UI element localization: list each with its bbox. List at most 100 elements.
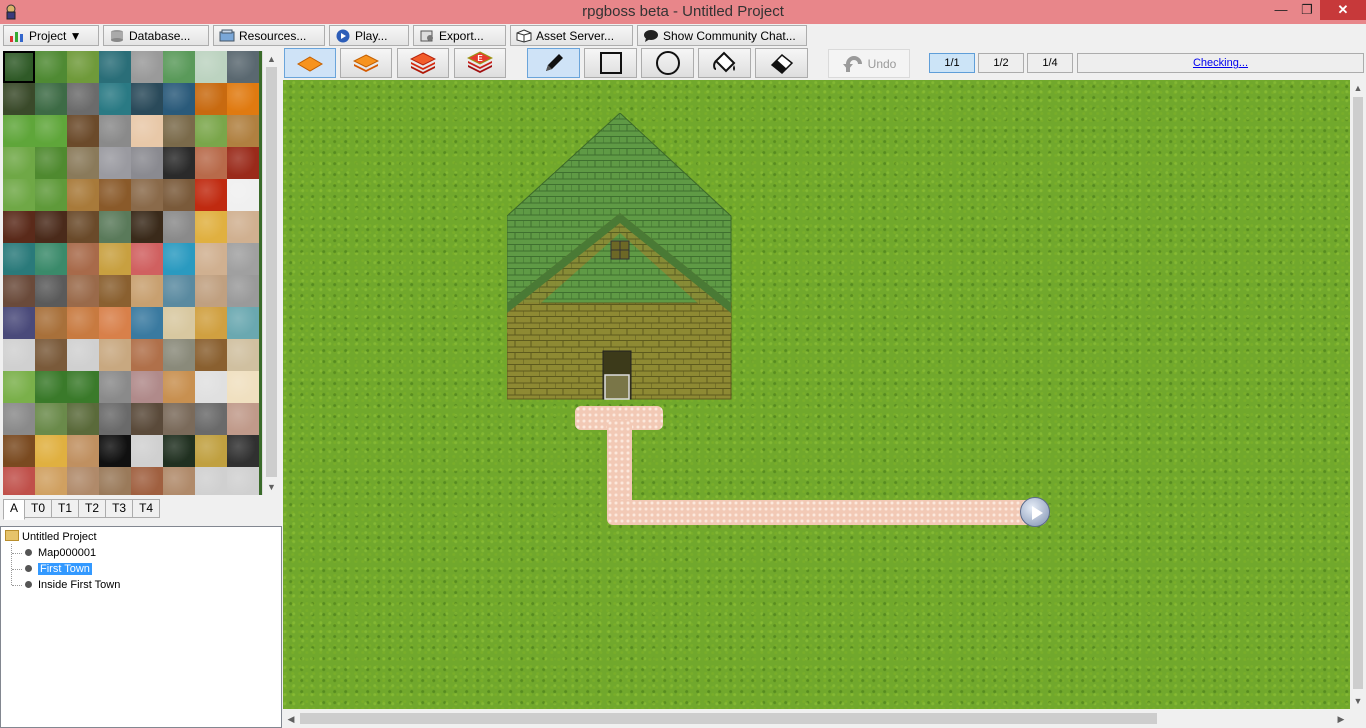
tile-swatch[interactable] [227, 51, 259, 83]
tile-swatch[interactable] [99, 115, 131, 147]
tile-swatch[interactable] [227, 371, 259, 403]
tile-swatch[interactable] [3, 435, 35, 467]
community-chat-button[interactable]: Show Community Chat... [637, 25, 807, 46]
event-layer-button[interactable]: E [454, 48, 506, 78]
tile-swatch[interactable] [99, 51, 131, 83]
tile-swatch[interactable] [3, 211, 35, 243]
tile-swatch[interactable] [35, 243, 67, 275]
tile-swatch[interactable] [99, 147, 131, 179]
scroll-left-icon[interactable]: ◀ [283, 711, 299, 727]
teleport-event-marker[interactable] [1020, 497, 1050, 527]
pencil-tool-button[interactable] [527, 48, 580, 78]
tile-swatch[interactable] [35, 403, 67, 435]
tile-swatch[interactable] [3, 115, 35, 147]
tile-swatch[interactable] [3, 467, 35, 495]
tile-swatch[interactable] [99, 339, 131, 371]
tile-swatch[interactable] [195, 115, 227, 147]
tab-t0[interactable]: T0 [24, 499, 53, 518]
tile-swatch[interactable] [131, 307, 163, 339]
tileset-scroll-thumb[interactable] [266, 67, 277, 477]
tile-swatch[interactable] [67, 115, 99, 147]
tile-swatch[interactable] [163, 307, 195, 339]
tile-swatch[interactable] [67, 179, 99, 211]
tile-swatch[interactable] [35, 307, 67, 339]
tile-swatch[interactable] [163, 179, 195, 211]
close-button[interactable]: ✕ [1320, 0, 1366, 20]
scroll-down-icon[interactable]: ▼ [1350, 693, 1366, 709]
scroll-up-icon[interactable]: ▲ [263, 51, 280, 67]
scroll-up-icon[interactable]: ▲ [1350, 80, 1366, 96]
tile-swatch[interactable] [163, 51, 195, 83]
tile-swatch[interactable] [67, 339, 99, 371]
zoom-1-2-button[interactable]: 1/2 [978, 53, 1024, 73]
tile-swatch[interactable] [195, 403, 227, 435]
fill-tool-button[interactable] [698, 48, 751, 78]
tile-swatch[interactable] [131, 115, 163, 147]
tile-swatch[interactable] [3, 403, 35, 435]
tile-swatch[interactable] [67, 467, 99, 495]
tile-swatch[interactable] [195, 51, 227, 83]
tile-swatch[interactable] [227, 339, 259, 371]
tile-swatch[interactable] [131, 83, 163, 115]
tile-swatch[interactable] [163, 371, 195, 403]
tile-swatch[interactable] [35, 435, 67, 467]
scroll-down-icon[interactable]: ▼ [263, 479, 280, 495]
tab-t1[interactable]: T1 [51, 499, 80, 518]
tile-swatch[interactable] [3, 307, 35, 339]
tile-swatch[interactable] [227, 275, 259, 307]
tile-swatch[interactable] [35, 467, 67, 495]
rectangle-tool-button[interactable] [584, 48, 637, 78]
tile-swatch[interactable] [99, 307, 131, 339]
tile-swatch[interactable] [131, 467, 163, 495]
tile-swatch[interactable] [227, 147, 259, 179]
tile-swatch[interactable] [131, 403, 163, 435]
tile-swatch[interactable] [131, 147, 163, 179]
tile-swatch[interactable] [99, 435, 131, 467]
tile-swatch[interactable] [227, 179, 259, 211]
minimize-button[interactable]: — [1268, 0, 1294, 20]
tile-swatch[interactable] [227, 403, 259, 435]
tile-swatch[interactable] [195, 275, 227, 307]
tree-item-map000001[interactable]: Map000001 [25, 545, 96, 561]
tile-swatch[interactable] [35, 147, 67, 179]
resources-button[interactable]: Resources... [213, 25, 325, 46]
tile-swatch[interactable] [3, 83, 35, 115]
tree-item-inside-first-town[interactable]: Inside First Town [25, 577, 120, 593]
tile-swatch[interactable] [99, 467, 131, 495]
tile-swatch[interactable] [163, 243, 195, 275]
tree-item-first-town[interactable]: First Town [25, 561, 92, 577]
tile-swatch[interactable] [99, 211, 131, 243]
maximize-button[interactable]: ❐ [1294, 0, 1320, 20]
tile-swatch[interactable] [67, 371, 99, 403]
tile-swatch[interactable] [227, 243, 259, 275]
tile-swatch[interactable] [3, 339, 35, 371]
tile-swatch[interactable] [35, 51, 67, 83]
tile-swatch[interactable] [195, 83, 227, 115]
tile-swatch[interactable] [67, 211, 99, 243]
tile-swatch[interactable] [195, 307, 227, 339]
tile-swatch[interactable] [67, 307, 99, 339]
tile-swatch[interactable] [99, 275, 131, 307]
tile-swatch[interactable] [35, 115, 67, 147]
scroll-right-icon[interactable]: ▶ [1333, 711, 1349, 727]
tile-swatch[interactable] [35, 211, 67, 243]
tile-swatch[interactable] [131, 243, 163, 275]
tile-swatch[interactable] [227, 435, 259, 467]
tab-t3[interactable]: T3 [105, 499, 134, 518]
layer-2-button[interactable] [340, 48, 392, 78]
tile-swatch[interactable] [195, 243, 227, 275]
tile-swatch[interactable] [3, 179, 35, 211]
tileset-scrollbar[interactable]: ▲ ▼ [262, 51, 279, 495]
tile-swatch[interactable] [35, 339, 67, 371]
tile-swatch[interactable] [67, 435, 99, 467]
map-horizontal-scrollbar[interactable]: ◀ ▶ [283, 709, 1366, 728]
tileset-palette[interactable] [3, 51, 262, 495]
undo-button[interactable]: Undo [828, 49, 910, 78]
tree-root[interactable]: Untitled Project [5, 529, 97, 545]
tile-swatch[interactable] [163, 275, 195, 307]
tile-swatch[interactable] [35, 179, 67, 211]
tile-swatch[interactable] [163, 435, 195, 467]
tile-swatch[interactable] [163, 147, 195, 179]
tile-swatch[interactable] [227, 115, 259, 147]
tile-swatch[interactable] [3, 147, 35, 179]
